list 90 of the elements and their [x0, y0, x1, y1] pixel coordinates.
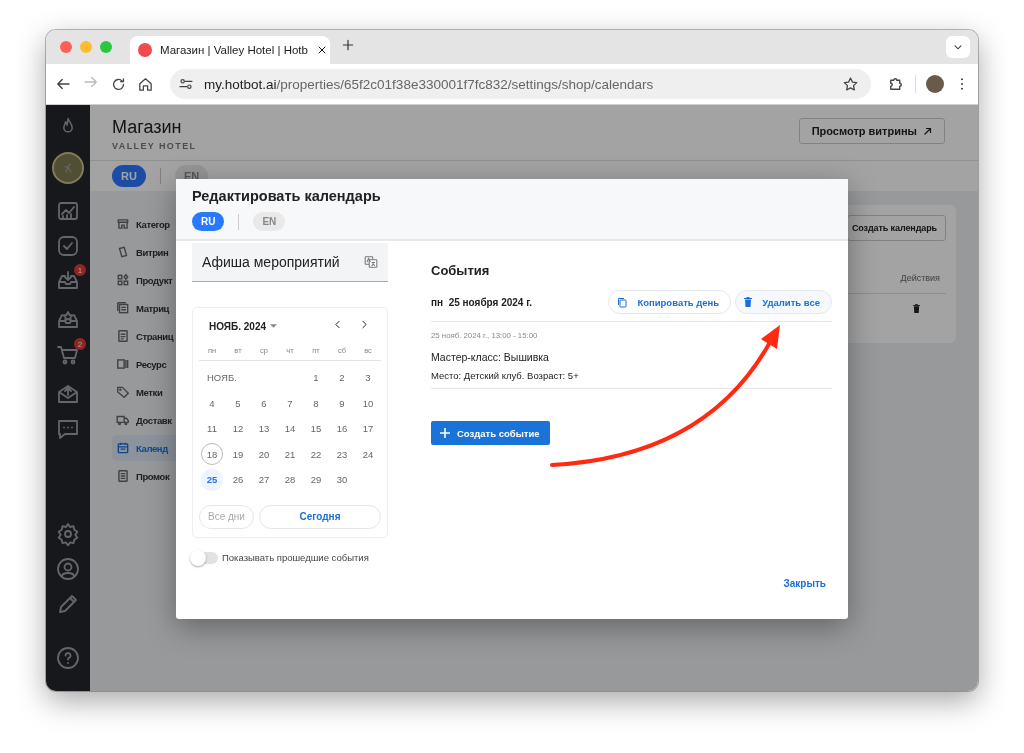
trash-icon[interactable]: [913, 304, 920, 313]
translate-icon[interactable]: [364, 255, 378, 269]
dialog-title: Редактировать календарь: [192, 188, 382, 204]
help-icon[interactable]: [56, 646, 80, 670]
plus-icon: [440, 428, 450, 438]
copy-day-button[interactable]: Копировать день: [608, 290, 732, 314]
nav-icon: [116, 385, 130, 399]
nav-icon: [116, 217, 130, 231]
browser-tab[interactable]: Магазин | Valley Hotel | Hotb: [130, 36, 330, 64]
today-button[interactable]: Сегодня: [258, 504, 381, 529]
hotel-name: VALLEY HOTEL: [112, 141, 197, 151]
calendar-day[interactable]: 6: [251, 390, 277, 416]
create-calendar-button[interactable]: Создать календарь: [846, 215, 946, 241]
calendar-name-field[interactable]: Афиша мероприятий: [192, 243, 388, 282]
month-selector[interactable]: НОЯБ. 2024: [209, 320, 278, 332]
nav-item[interactable]: Матриц: [112, 295, 222, 321]
user-icon[interactable]: [56, 557, 80, 581]
toggle-label: Показывать прошедшие события: [222, 552, 369, 563]
delete-all-button[interactable]: Удалить все: [735, 290, 832, 314]
calendar-day[interactable]: 16: [329, 416, 355, 442]
nav-icon: [116, 357, 130, 371]
check-icon[interactable]: [56, 234, 80, 258]
calendar-day[interactable]: 12: [225, 416, 251, 442]
home-icon[interactable]: [137, 75, 154, 93]
chart-icon[interactable]: [56, 199, 80, 223]
close-link[interactable]: Закрыть: [783, 578, 826, 589]
calendar-day[interactable]: 26: [225, 467, 251, 493]
calendar-day[interactable]: 21: [277, 441, 303, 467]
nav-icon: [116, 469, 130, 483]
calendar-day[interactable]: 3: [355, 365, 381, 391]
create-event-button[interactable]: Создать событие: [431, 421, 550, 445]
calendar-day[interactable]: 30: [329, 467, 355, 493]
notification-badge: 2: [74, 338, 86, 350]
day-heading: пн 25 ноября 2024 г.: [431, 296, 534, 308]
zoom-window-button[interactable]: [100, 41, 112, 53]
calendar-day[interactable]: 7: [277, 390, 303, 416]
month-label: НОЯБ.: [206, 372, 237, 383]
trash-icon: [744, 297, 753, 307]
cart-icon[interactable]: [56, 343, 80, 367]
plus-icon[interactable]: [340, 37, 356, 53]
settings-icon[interactable]: [56, 522, 80, 546]
calendar-day[interactable]: 24: [355, 441, 381, 467]
calendar-day[interactable]: 22: [303, 441, 329, 467]
calendar-day[interactable]: 10: [355, 390, 381, 416]
dropdown-caret-icon: [270, 324, 278, 328]
profile-avatar[interactable]: [926, 75, 944, 93]
calendar-day[interactable]: 17: [355, 416, 381, 442]
site-settings-icon[interactable]: [178, 76, 194, 92]
pencil-icon[interactable]: [56, 592, 80, 616]
calendar-day[interactable]: 9: [329, 390, 355, 416]
calendar-day[interactable]: 28: [277, 467, 303, 493]
calendar-day[interactable]: 15: [303, 416, 329, 442]
puzzle-icon[interactable]: [887, 75, 905, 93]
language-tab[interactable]: RU: [192, 212, 225, 231]
nav-icon: [116, 273, 130, 287]
event-details: Место: Детский клуб. Возраст: 5+: [431, 370, 580, 381]
calendar-day[interactable]: 19: [225, 441, 251, 467]
chat-icon[interactable]: [56, 417, 80, 441]
calendar-day[interactable]: 20: [251, 441, 277, 467]
event-title: Мастер-класс: Вышивка: [431, 351, 550, 363]
nav-icon: [116, 413, 130, 427]
calendar-day[interactable]: 25: [199, 467, 225, 493]
favicon-icon: [138, 43, 152, 57]
star-icon[interactable]: [842, 75, 859, 93]
external-arrow-icon: [923, 126, 932, 136]
calendar-day[interactable]: 4: [199, 390, 225, 416]
close-window-button[interactable]: [60, 41, 72, 53]
reload-icon[interactable]: [110, 75, 127, 93]
nav-icon: [116, 441, 130, 455]
page-title: Магазин: [112, 117, 183, 138]
nav-icon: [116, 329, 130, 343]
nav-icon: [116, 245, 130, 259]
avatar[interactable]: [52, 152, 84, 184]
calendar-day[interactable]: 5: [225, 390, 251, 416]
calendar-day[interactable]: 27: [251, 467, 277, 493]
calendar-day[interactable]: 2: [329, 365, 355, 391]
toggle-switch[interactable]: [192, 551, 218, 564]
calendar-day[interactable]: 1: [303, 365, 329, 391]
preview-button[interactable]: Просмотр витрины: [798, 118, 945, 144]
calendar-day[interactable]: 29: [303, 467, 329, 493]
copy-icon: [617, 296, 628, 308]
calendar-day[interactable]: 8: [303, 390, 329, 416]
nav-icon: [116, 301, 130, 315]
calendar-day[interactable]: 23: [329, 441, 355, 467]
events-heading: События: [431, 263, 491, 278]
notification-badge: 1: [74, 264, 86, 276]
calendar-day[interactable]: 14: [277, 416, 303, 442]
envelope-icon[interactable]: [56, 382, 80, 406]
calendar-day[interactable]: 13: [251, 416, 277, 442]
address-bar[interactable]: my.hotbot.ai/properties/65f2c01f38e330001f7fc832/settings/shop/calendars: [170, 69, 871, 99]
